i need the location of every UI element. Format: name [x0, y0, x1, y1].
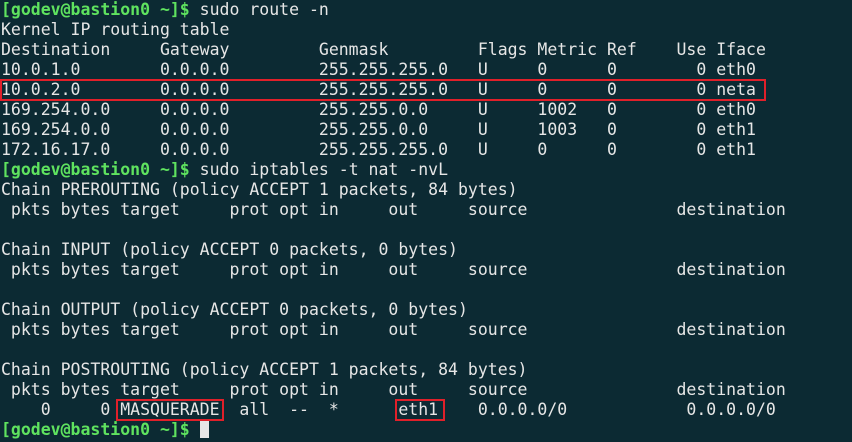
route-row: 10.0.1.0 0.0.0.0 255.255.255.0 U 0 0 0 e…	[1, 60, 756, 79]
chain-header: pkts bytes target prot opt in out source…	[1, 380, 786, 399]
route-row: 169.254.0.0 0.0.0.0 255.255.0.0 U 1002 0…	[1, 100, 756, 119]
shell-prompt: [godev@bastion0 ~]$	[1, 160, 190, 179]
masquerade-rule-row: 0 0 MASQUERADE all -- * eth1 0.0.0.0/0 0…	[1, 400, 776, 419]
command-text: sudo route -n	[189, 0, 329, 19]
route-row: 172.16.17.0 0.0.0.0 255.255.255.0 U 0 0 …	[1, 140, 756, 159]
route-row: 169.254.0.0 0.0.0.0 255.255.0.0 U 1003 0…	[1, 120, 756, 139]
cursor-icon	[199, 420, 209, 438]
output-line: Kernel IP routing table	[1, 20, 230, 39]
chain-title: Chain OUTPUT (policy ACCEPT 0 packets, 0…	[1, 300, 468, 319]
chain-title: Chain INPUT (policy ACCEPT 0 packets, 0 …	[1, 240, 458, 259]
route-row-highlighted: 10.0.2.0 0.0.0.0 255.255.255.0 U 0 0 0 n…	[1, 80, 756, 99]
chain-title: Chain PREROUTING (policy ACCEPT 1 packet…	[1, 180, 518, 199]
shell-prompt: [godev@bastion0 ~]$	[1, 0, 190, 19]
terminal-window[interactable]: [godev@bastion0 ~]$ sudo route -n Kernel…	[0, 0, 852, 442]
terminal-line[interactable]: [godev@bastion0 ~]$	[0, 420, 852, 440]
command-text: sudo iptables -t nat -nvL	[189, 160, 449, 179]
route-table-header: Destination Gateway Genmask Flags Metric…	[1, 40, 766, 59]
command-input[interactable]	[190, 420, 200, 439]
terminal-line: [godev@bastion0 ~]$ sudo iptables -t nat…	[0, 160, 852, 180]
chain-header: pkts bytes target prot opt in out source…	[1, 260, 786, 279]
chain-header: pkts bytes target prot opt in out source…	[1, 200, 786, 219]
chain-header: pkts bytes target prot opt in out source…	[1, 320, 786, 339]
chain-title: Chain POSTROUTING (policy ACCEPT 1 packe…	[1, 360, 528, 379]
terminal-line: [godev@bastion0 ~]$ sudo route -n	[0, 0, 852, 20]
shell-prompt: [godev@bastion0 ~]$	[1, 420, 190, 439]
